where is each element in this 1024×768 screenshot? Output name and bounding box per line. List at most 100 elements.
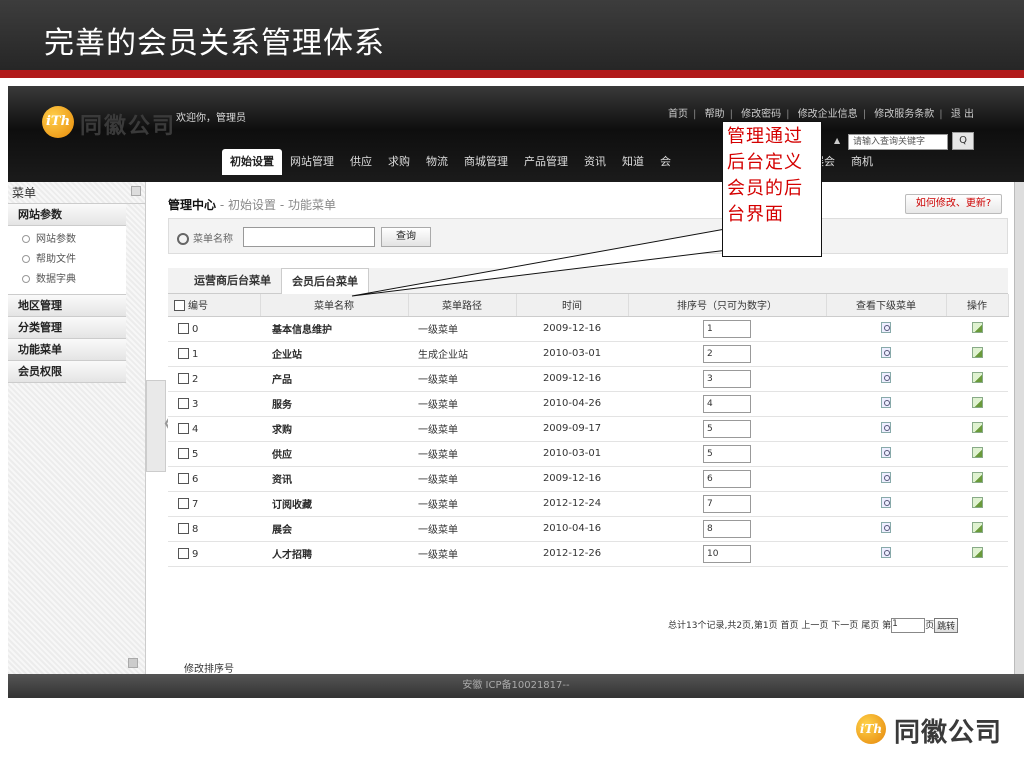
edit-icon[interactable] [971, 346, 983, 358]
edit-icon[interactable] [971, 521, 983, 533]
edit-icon[interactable] [971, 496, 983, 508]
view-submenu-icon[interactable] [881, 496, 891, 508]
select-all-checkbox[interactable] [174, 300, 185, 312]
view-submenu-icon[interactable] [881, 321, 891, 333]
row-checkbox[interactable] [178, 372, 189, 384]
header-search-input[interactable]: 请输入查询关键字 [848, 134, 948, 150]
edit-icon[interactable] [971, 371, 983, 383]
order-input[interactable]: 10 [703, 544, 751, 563]
tab-member-menu[interactable]: 会员后台菜单 [281, 268, 369, 295]
breadcrumb-initial-settings[interactable]: - 初始设置 [220, 198, 276, 212]
pager-first[interactable]: 首页 [781, 621, 799, 631]
top-link-edit-company[interactable]: 修改企业信息 [798, 109, 858, 120]
sidebar-section-region[interactable]: 地区管理 [8, 295, 126, 317]
nav-item-logistics[interactable]: 物流 [418, 149, 456, 175]
sidebar-section-member-permissions[interactable]: 会员权限 [8, 361, 126, 383]
search-dropdown-arrow-icon[interactable]: ▲ [834, 136, 840, 145]
sidebar-section-category[interactable]: 分类管理 [8, 317, 126, 339]
row-date: 2009-09-17 [516, 416, 628, 442]
pager-last[interactable]: 尾页 [861, 621, 879, 631]
page-number-input[interactable]: 1 [891, 618, 926, 633]
order-input[interactable]: 4 [703, 394, 751, 413]
view-submenu-icon[interactable] [881, 521, 891, 533]
breadcrumb-root[interactable]: 管理中心 [168, 198, 216, 212]
edit-icon[interactable] [971, 471, 983, 483]
sidebar-section-site-params[interactable]: 网站参数 [8, 204, 126, 226]
sidebar-item-data-dictionary[interactable]: 数据字典 [8, 270, 126, 290]
top-link-home[interactable]: 首页 [668, 109, 688, 120]
pager-next[interactable]: 下一页 [831, 621, 858, 631]
row-menu-path: 一级菜单 [408, 391, 516, 417]
breadcrumb: 管理中心 - 初始设置 - 功能菜单 [168, 196, 336, 213]
edit-icon[interactable] [971, 446, 983, 458]
nav-item-business[interactable]: 商机 [843, 149, 881, 175]
col-id: 编号 [168, 294, 261, 317]
order-input[interactable]: 3 [703, 369, 751, 388]
table-row: 1 企业站 生成企业站 2010-03-01 2 [168, 341, 1008, 367]
sidebar-title: 菜单 [12, 186, 37, 200]
search-panel: 菜单名称 查询 [168, 218, 1008, 254]
tab-operator-menu[interactable]: 运营商后台菜单 [184, 268, 281, 294]
view-submenu-icon[interactable] [881, 471, 891, 483]
row-menu-name: 资讯 [260, 466, 408, 492]
row-menu-name: 求购 [260, 416, 408, 442]
nav-item-news[interactable]: 资讯 [576, 149, 614, 175]
order-input[interactable]: 8 [703, 519, 751, 538]
row-checkbox[interactable] [178, 547, 189, 559]
nav-item-supply[interactable]: 供应 [342, 149, 380, 175]
sidebar-section-function-menu[interactable]: 功能菜单 [8, 339, 126, 361]
order-input[interactable]: 2 [703, 344, 751, 363]
view-submenu-icon[interactable] [881, 421, 891, 433]
top-link-edit-terms[interactable]: 修改服务条款 [874, 109, 934, 120]
order-input[interactable]: 1 [703, 319, 751, 338]
row-id: 9 [192, 548, 199, 560]
page-scrollbar[interactable] [1014, 182, 1024, 674]
view-submenu-icon[interactable] [881, 546, 891, 558]
row-checkbox[interactable] [178, 397, 189, 409]
edit-icon[interactable] [971, 396, 983, 408]
row-checkbox[interactable] [178, 497, 189, 509]
sidebar-scroll-icon[interactable] [128, 658, 138, 668]
order-input[interactable]: 6 [703, 469, 751, 488]
nav-item-purchase[interactable]: 求购 [380, 149, 418, 175]
bullet-icon [22, 275, 30, 283]
top-link-logout[interactable]: 退 出 [951, 109, 974, 120]
order-input[interactable]: 7 [703, 494, 751, 513]
nav-item-product-management[interactable]: 产品管理 [516, 149, 576, 175]
row-checkbox[interactable] [178, 347, 189, 359]
edit-icon[interactable] [971, 546, 983, 558]
top-link-change-password[interactable]: 修改密码 [741, 109, 781, 120]
row-checkbox[interactable] [178, 322, 189, 334]
nav-item-initial-settings[interactable]: 初始设置 [222, 149, 282, 175]
row-checkbox[interactable] [178, 472, 189, 484]
row-checkbox[interactable] [178, 422, 189, 434]
view-submenu-icon[interactable] [881, 346, 891, 358]
edit-icon[interactable] [971, 321, 983, 333]
pager-prev[interactable]: 上一页 [801, 621, 828, 631]
edit-icon[interactable] [971, 421, 983, 433]
sidebar-toggle-icon[interactable]: 〈 [146, 380, 177, 472]
top-link-help[interactable]: 帮助 [705, 109, 725, 120]
view-submenu-icon[interactable] [881, 371, 891, 383]
nav-item-knowledge[interactable]: 知道 [614, 149, 652, 175]
row-date: 2010-04-16 [516, 516, 628, 542]
query-button[interactable]: 查询 [381, 227, 431, 247]
row-checkbox[interactable] [178, 447, 189, 459]
view-submenu-icon[interactable] [881, 446, 891, 458]
order-input[interactable]: 5 [703, 444, 751, 463]
order-input[interactable]: 5 [703, 419, 751, 438]
menu-name-input[interactable] [243, 227, 375, 247]
view-submenu-icon[interactable] [881, 396, 891, 408]
sidebar-collapse-icon[interactable] [131, 186, 141, 196]
table-row: 8 展会 一级菜单 2010-04-16 8 [168, 516, 1008, 542]
nav-item-member[interactable]: 会 [652, 149, 679, 175]
row-checkbox[interactable] [178, 522, 189, 534]
nav-item-mall-management[interactable]: 商城管理 [456, 149, 516, 175]
header-search-button[interactable]: Q [952, 132, 974, 150]
row-date: 2009-12-16 [516, 466, 628, 492]
sidebar-item-site-params[interactable]: 网站参数 [8, 230, 126, 250]
sidebar-item-help-files[interactable]: 帮助文件 [8, 250, 126, 270]
nav-item-site-management[interactable]: 网站管理 [282, 149, 342, 175]
help-update-button[interactable]: 如何修改、更新? [905, 194, 1002, 214]
jump-button[interactable]: 跳转 [934, 618, 959, 633]
